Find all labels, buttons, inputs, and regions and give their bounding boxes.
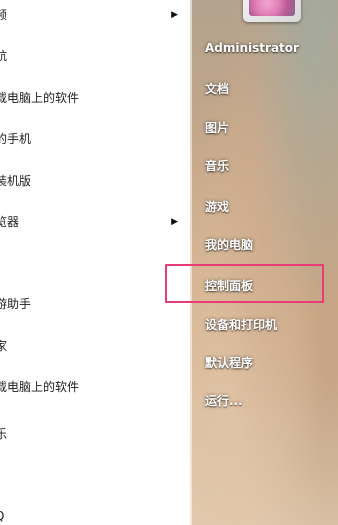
avatar-flower-icon <box>249 0 295 16</box>
program-item[interactable]: 乐 <box>0 422 190 446</box>
program-item[interactable]: 游助手 <box>0 292 190 316</box>
place-default-programs[interactable]: 默认程序 <box>205 354 253 371</box>
program-item[interactable]: 航 <box>0 44 190 68</box>
control-panel-highlight-box <box>165 264 324 303</box>
place-music[interactable]: 音乐 <box>205 157 229 174</box>
program-label: 的手机 <box>0 132 32 146</box>
program-label: 游助手 <box>0 297 32 311</box>
program-item[interactable]: 频 ▶ <box>0 3 190 27</box>
program-label: 频 <box>0 8 8 22</box>
places-pane: Administrator 文档 图片 音乐 游戏 我的电脑 控制面板 设备和打… <box>190 0 338 525</box>
program-label: 乐 <box>0 427 8 441</box>
user-name-link[interactable]: Administrator <box>205 41 299 55</box>
submenu-arrow-icon: ▶ <box>171 217 178 227</box>
program-label: 航 <box>0 49 8 63</box>
program-label: 载电脑上的软件 <box>0 91 80 105</box>
program-item[interactable]: 载电脑上的软件 <box>0 375 190 399</box>
submenu-arrow-icon: ▶ <box>171 10 178 20</box>
program-item[interactable]: 家 <box>0 334 190 358</box>
programs-list: 频 ▶ 航 载电脑上的软件 的手机 装机版 览器 ▶ 游助手 家 载电脑上的软件 <box>0 0 190 525</box>
program-item[interactable] <box>0 250 190 274</box>
place-computer[interactable]: 我的电脑 <box>205 236 253 253</box>
program-label: 家 <box>0 339 8 353</box>
place-documents[interactable]: 文档 <box>205 80 229 97</box>
program-item[interactable]: 的手机 <box>0 127 190 151</box>
place-games[interactable]: 游戏 <box>205 198 229 215</box>
program-label: 载电脑上的软件 <box>0 380 80 394</box>
program-label: Q <box>0 509 4 523</box>
program-item[interactable]: Q <box>0 504 190 525</box>
place-pictures[interactable]: 图片 <box>205 119 229 136</box>
start-menu: 频 ▶ 航 载电脑上的软件 的手机 装机版 览器 ▶ 游助手 家 载电脑上的软件 <box>0 0 338 525</box>
place-run[interactable]: 运行... <box>205 392 243 409</box>
program-item[interactable]: 览器 ▶ <box>0 210 190 234</box>
program-label: 览器 <box>0 215 20 229</box>
program-item[interactable]: 装机版 <box>0 169 190 193</box>
program-item[interactable]: 载电脑上的软件 <box>0 86 190 110</box>
place-devices-printers[interactable]: 设备和打印机 <box>205 316 277 333</box>
program-label: 装机版 <box>0 174 32 188</box>
user-avatar[interactable] <box>243 0 301 22</box>
